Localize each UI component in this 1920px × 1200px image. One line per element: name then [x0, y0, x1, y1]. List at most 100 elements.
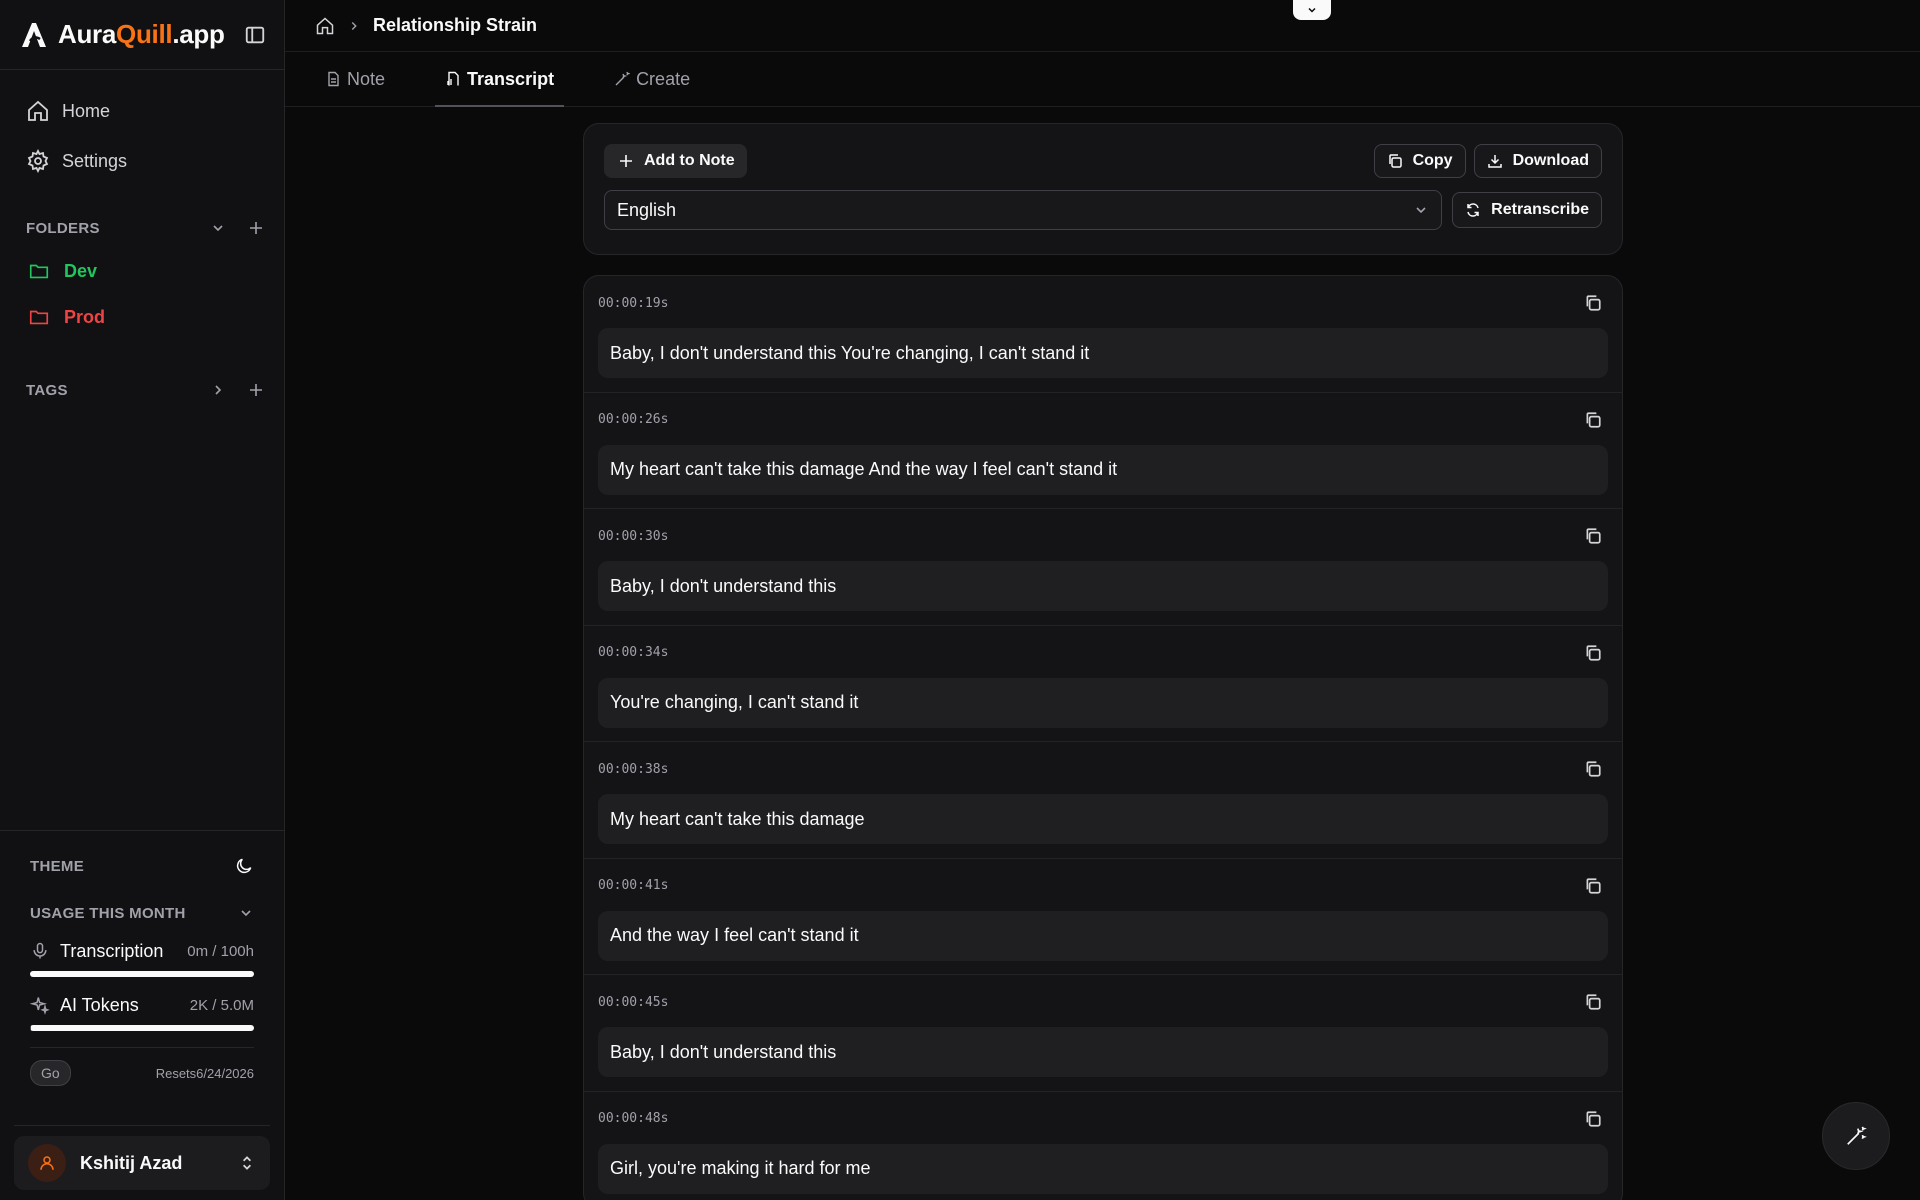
- tab-create-label: Create: [636, 68, 691, 89]
- theme-label: THEME: [30, 857, 84, 875]
- copy-icon[interactable]: [1584, 1110, 1602, 1128]
- segment-text[interactable]: You're changing, I can't stand it: [598, 677, 1608, 728]
- download-label: Download: [1512, 152, 1589, 169]
- document-icon: [328, 71, 339, 87]
- copy-icon[interactable]: [1584, 993, 1602, 1011]
- tab-transcript[interactable]: Transcript: [435, 52, 565, 107]
- transcript-panel: Add to Note Copy Download English Retran…: [583, 123, 1623, 1200]
- list-item: 00:00:45s Baby, I don't understand this: [584, 975, 1622, 1092]
- usage-transcription-label: Transcription: [60, 940, 164, 961]
- chevron-down-icon[interactable]: [210, 220, 226, 236]
- microphone-icon: [33, 942, 47, 959]
- segment-text[interactable]: Baby, I don't understand this You're cha…: [598, 328, 1608, 378]
- segment-text[interactable]: Girl, you're making it hard for me: [598, 1143, 1608, 1194]
- copy-icon[interactable]: [1584, 760, 1602, 778]
- magic-wand-icon: [615, 71, 631, 86]
- retranscribe-button[interactable]: Retranscribe: [1452, 192, 1602, 228]
- segment-timestamp[interactable]: 00:00:41s: [598, 878, 668, 893]
- usage-ai-tokens-label: AI Tokens: [60, 994, 139, 1015]
- chevron-right-icon: [351, 21, 357, 30]
- breadcrumb-current: Relationship Strain: [373, 15, 538, 35]
- folder-dev[interactable]: Dev: [0, 248, 284, 294]
- list-item: 00:00:26s My heart can't take this damag…: [584, 393, 1622, 509]
- tab-note[interactable]: Note: [315, 52, 395, 106]
- copy-icon[interactable]: [1584, 294, 1602, 312]
- usage-ai-tokens-value: 2K / 5.0M: [189, 996, 254, 1014]
- copy-label: Copy: [1412, 152, 1453, 169]
- language-select[interactable]: English: [604, 190, 1443, 230]
- chevron-down-icon[interactable]: [238, 905, 254, 921]
- add-folder-icon[interactable]: [248, 220, 264, 236]
- folder-icon: [29, 264, 49, 279]
- sidebar: AuraQuill.app Home Settings FOLDERS Dev: [0, 0, 285, 1200]
- resets-date: Resets6/24/2026: [155, 1065, 254, 1081]
- sidebar-footer: THEME USAGE THIS MONTH Transcription 0m …: [0, 830, 284, 1200]
- download-icon: [1487, 155, 1502, 168]
- segment-timestamp[interactable]: 00:00:38s: [598, 762, 668, 777]
- brand-logo-icon[interactable]: [18, 19, 50, 51]
- copy-icon[interactable]: [1584, 644, 1602, 662]
- list-item: 00:00:34s You're changing, I can't stand…: [584, 626, 1622, 742]
- segment-text[interactable]: And the way I feel can't stand it: [598, 910, 1608, 961]
- tabs: Note Transcript Create: [285, 52, 1920, 107]
- folder-icon: [29, 310, 49, 325]
- segment-timestamp[interactable]: 00:00:19s: [598, 296, 668, 311]
- download-button[interactable]: Download: [1473, 144, 1602, 178]
- user-icon: [40, 1156, 54, 1170]
- magic-wand-icon: [1847, 1126, 1867, 1145]
- home-icon[interactable]: [315, 16, 335, 36]
- segment-timestamp[interactable]: 00:00:26s: [598, 412, 668, 427]
- copy-button[interactable]: Copy: [1373, 144, 1466, 178]
- gear-icon: [27, 149, 49, 173]
- segment-timestamp[interactable]: 00:00:45s: [598, 995, 668, 1010]
- tab-transcript-label: Transcript: [467, 68, 555, 89]
- nav-home[interactable]: Home: [14, 88, 270, 134]
- sidebar-toggle-icon[interactable]: [244, 24, 266, 46]
- segment-text[interactable]: Baby, I don't understand this: [598, 1027, 1608, 1077]
- sparkles-icon: [30, 997, 50, 1015]
- usage-transcription-value: 0m / 100h: [187, 942, 254, 960]
- list-item: 00:00:30s Baby, I don't understand this: [584, 509, 1622, 626]
- tab-create[interactable]: Create: [604, 52, 700, 106]
- refresh-icon: [1467, 203, 1479, 217]
- list-item: 00:00:19s Baby, I don't understand this …: [584, 276, 1622, 393]
- segment-timestamp[interactable]: 00:00:34s: [598, 645, 668, 660]
- chevron-right-icon[interactable]: [210, 382, 226, 398]
- brand-name[interactable]: AuraQuill.app: [58, 19, 225, 50]
- folders-header: FOLDERS: [0, 208, 284, 248]
- add-to-note-button[interactable]: Add to Note: [604, 144, 747, 178]
- add-to-note-label: Add to Note: [644, 152, 735, 169]
- pull-down-handle[interactable]: [1293, 0, 1331, 20]
- copy-icon[interactable]: [1584, 877, 1602, 895]
- language-value: English: [617, 199, 677, 220]
- segment-text[interactable]: My heart can't take this damage: [598, 794, 1608, 844]
- plan-badge[interactable]: Go: [30, 1060, 71, 1086]
- copy-icon[interactable]: [1584, 411, 1602, 429]
- segment-text[interactable]: Baby, I don't understand this: [598, 561, 1608, 611]
- breadcrumb: Relationship Strain: [285, 0, 1920, 52]
- divider: [30, 1047, 254, 1048]
- segment-text[interactable]: My heart can't take this damage And the …: [598, 444, 1608, 495]
- segment-timestamp[interactable]: 00:00:48s: [598, 1111, 668, 1126]
- audio-file-icon: [447, 71, 459, 86]
- plan-row: Go Resets6/24/2026: [14, 1058, 270, 1088]
- usage-transcription: Transcription 0m / 100h: [14, 939, 270, 977]
- user-menu[interactable]: Kshitij Azad: [14, 1136, 270, 1190]
- retranscribe-label: Retranscribe: [1491, 201, 1589, 218]
- copy-icon[interactable]: [1584, 527, 1602, 545]
- list-item: 00:00:38s My heart can't take this damag…: [584, 742, 1622, 859]
- transcript-toolbar: Add to Note Copy Download English Retran…: [583, 123, 1623, 255]
- list-item: 00:00:48s Girl, you're making it hard fo…: [584, 1092, 1622, 1200]
- nav-settings[interactable]: Settings: [14, 138, 270, 184]
- folder-prod-label: Prod: [64, 306, 106, 327]
- theme-row: THEME: [14, 831, 270, 901]
- usage-header[interactable]: USAGE THIS MONTH: [14, 901, 270, 925]
- usage-ai-tokens-bar: [30, 1025, 254, 1031]
- moon-icon[interactable]: [234, 856, 254, 876]
- add-tag-icon[interactable]: [248, 382, 264, 398]
- folder-prod[interactable]: Prod: [0, 294, 284, 340]
- segment-timestamp[interactable]: 00:00:30s: [598, 529, 668, 544]
- nav-home-label: Home: [62, 100, 111, 121]
- ai-assistant-button[interactable]: [1822, 1102, 1890, 1170]
- usage-ai-tokens: AI Tokens 2K / 5.0M: [14, 993, 270, 1031]
